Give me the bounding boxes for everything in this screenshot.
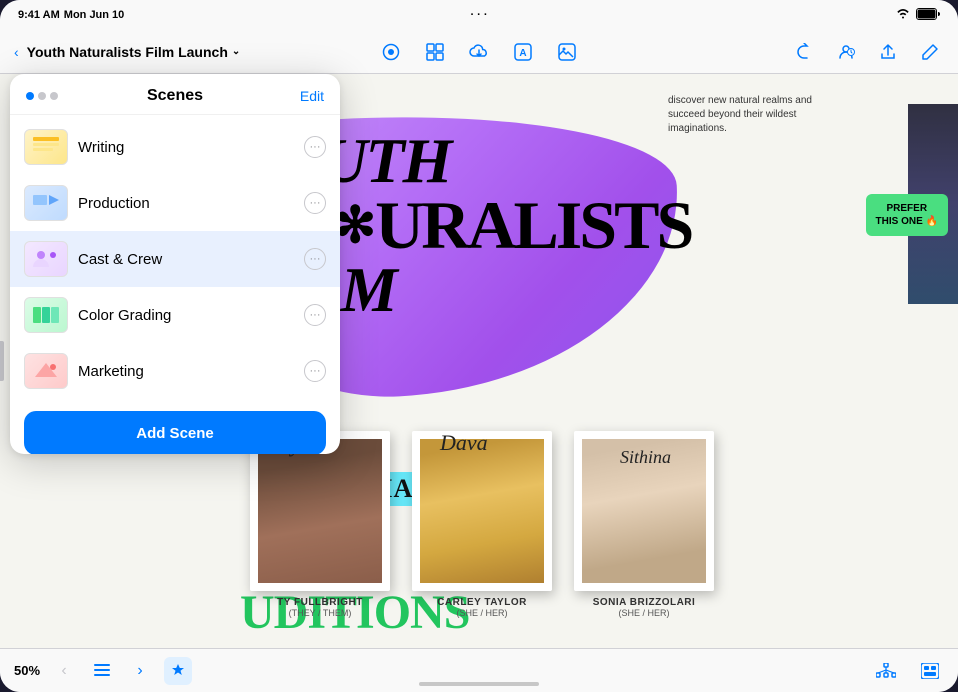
scene-more-writing[interactable]: ··· (304, 136, 326, 158)
toolbar-left: ‹ Youth Naturalists Film Launch ⌄ (14, 44, 240, 60)
back-chevron: ‹ (14, 44, 19, 60)
scene-name-writing: Writing (78, 139, 294, 156)
bottom-toolbar-right (872, 657, 944, 685)
thumb-cast-inner (25, 242, 67, 276)
scene-thumb-marketing (24, 353, 68, 389)
toolbar-icon-cloud[interactable] (465, 38, 493, 66)
scene-more-color[interactable]: ··· (304, 304, 326, 326)
nav-list[interactable] (88, 657, 116, 685)
scenes-panel: Scenes Edit Writing ··· (10, 74, 340, 454)
description-text: discover new natural realms and succeed … (668, 94, 828, 136)
scene-name-marketing: Marketing (78, 363, 294, 380)
cast-pronouns-3: (SHE / HER) (618, 608, 669, 618)
cast-name-2: CARLEY TAYLOR (437, 597, 527, 608)
scene-thumb-writing (24, 129, 68, 165)
ipad-frame: 9:41 AM Mon Jun 10 · · · ‹ Youth Natural… (0, 0, 958, 692)
back-button[interactable]: ‹ (14, 44, 19, 60)
scene-name-production: Production (78, 195, 294, 212)
dot-1 (26, 92, 34, 100)
thumb-writing-inner (25, 130, 67, 164)
signature-3: Sithina (620, 447, 671, 468)
toolbar: ‹ Youth Naturalists Film Launch ⌄ A (0, 30, 958, 74)
status-time: 9:41 AM (18, 9, 60, 21)
add-scene-button[interactable]: Add Scene (24, 411, 326, 454)
toolbar-icon-grid[interactable] (421, 38, 449, 66)
dropdown-chevron: ⌄ (232, 46, 240, 57)
wifi-icon (896, 8, 910, 22)
scene-item-marketing[interactable]: Marketing ··· (10, 343, 340, 399)
scene-thumb-cast (24, 241, 68, 277)
signature-2: Dava (440, 430, 488, 456)
prefer-text: PREFERTHIS ONE 🔥 (876, 203, 938, 227)
scene-item-cast-crew[interactable]: Cast & Crew ··· (10, 231, 340, 287)
toolbar-share[interactable] (874, 38, 902, 66)
edge-indicator (0, 341, 4, 381)
home-indicator (419, 682, 539, 686)
battery-icon (916, 8, 940, 23)
status-bar-center: · · · (470, 9, 487, 21)
scene-thumb-production (24, 185, 68, 221)
scene-more-cast[interactable]: ··· (304, 248, 326, 270)
cast-item-1: TY FULLBRIGHT (THEY / THEM) (250, 431, 390, 618)
dot-3 (50, 92, 58, 100)
scene-item-production[interactable]: Production ··· (10, 175, 340, 231)
panel-dots (26, 92, 58, 100)
status-dots: · · · (470, 9, 487, 21)
scene-name-cast: Cast & Crew (78, 251, 294, 268)
toolbar-icon-pen[interactable] (377, 38, 405, 66)
toolbar-undo[interactable] (790, 38, 818, 66)
cast-pronouns-1: (THEY / THEM) (289, 608, 352, 618)
status-bar-right (896, 8, 940, 23)
toolbar-icon-text[interactable]: A (509, 38, 537, 66)
project-title[interactable]: Youth Naturalists Film Launch ⌄ (27, 44, 241, 60)
prefer-card: PREFERTHIS ONE 🔥 (866, 194, 948, 236)
nav-star[interactable] (164, 657, 192, 685)
scene-name-color: Color Grading (78, 307, 294, 324)
cast-item-2: CARLEY TAYLOR (SHE / HER) (412, 431, 552, 618)
panel-header: Scenes Edit (10, 74, 340, 115)
nav-view[interactable] (916, 657, 944, 685)
toolbar-right (790, 38, 944, 66)
toolbar-icon-image[interactable] (553, 38, 581, 66)
nav-structure[interactable] (872, 657, 900, 685)
nav-prev[interactable]: ‹ (50, 657, 78, 685)
svg-text:A: A (519, 48, 526, 59)
scene-thumb-color (24, 297, 68, 333)
project-title-text: Youth Naturalists Film Launch (27, 44, 228, 60)
scene-list: Writing ··· Production ··· (10, 115, 340, 403)
status-date: Mon Jun 10 (64, 9, 125, 21)
toolbar-collaborate[interactable] (832, 38, 860, 66)
title-uralists: URALISTS (375, 193, 691, 258)
bottom-toolbar-left: 50% ‹ › (14, 657, 192, 685)
status-bar: 9:41 AM Mon Jun 10 · · · (0, 0, 958, 30)
thumb-production-inner (25, 186, 67, 220)
zoom-level: 50% (14, 663, 40, 678)
cast-name-3: SONIA BRIZZOLARI (593, 597, 696, 608)
cast-pronouns-2: (SHE / HER) (456, 608, 507, 618)
cast-name-1: TY FULLBRIGHT (277, 597, 363, 608)
dot-2 (38, 92, 46, 100)
scene-more-production[interactable]: ··· (304, 192, 326, 214)
panel-title: Scenes (147, 87, 203, 105)
panel-edit-button[interactable]: Edit (300, 88, 324, 104)
toolbar-center: A (377, 38, 581, 66)
toolbar-edit[interactable] (916, 38, 944, 66)
thumb-marketing-inner (25, 354, 67, 388)
snowflake-icon: ✻ (334, 202, 373, 250)
scene-item-color-grading[interactable]: Color Grading ··· (10, 287, 340, 343)
thumb-color-inner (25, 298, 67, 332)
scene-more-marketing[interactable]: ··· (304, 360, 326, 382)
status-bar-left: 9:41 AM Mon Jun 10 (18, 9, 124, 21)
scene-item-writing[interactable]: Writing ··· (10, 119, 340, 175)
nav-next[interactable]: › (126, 657, 154, 685)
